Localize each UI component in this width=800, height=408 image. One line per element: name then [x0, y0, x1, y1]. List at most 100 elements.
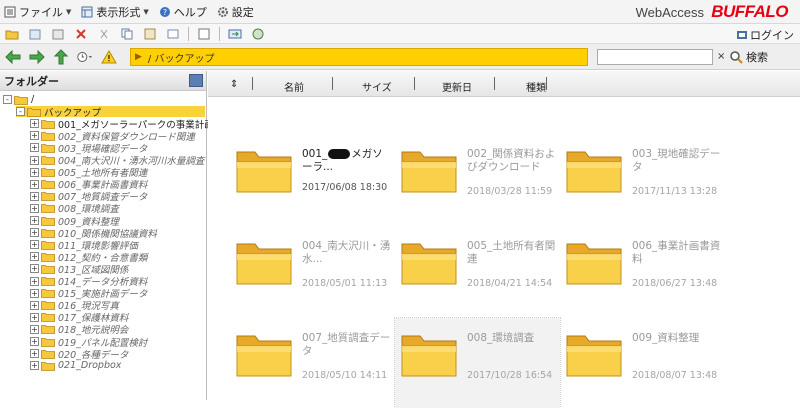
tree-expander[interactable]: + [30, 119, 39, 129]
column-type[interactable]: 種類 [526, 79, 546, 94]
column-modified[interactable]: 更新日 [442, 79, 472, 94]
folder-item-name: 008_環境調査 [467, 332, 557, 345]
download-button[interactable] [50, 27, 66, 41]
folder-icon [14, 95, 28, 105]
tree-item[interactable]: +004_南大沢川・湧水河川水量調査 [30, 155, 204, 167]
tree-item[interactable]: +005_土地所有者関連 [30, 167, 147, 179]
tree-expander[interactable]: + [30, 252, 39, 262]
back-button[interactable] [4, 49, 22, 65]
column-name[interactable]: 名前 [284, 79, 304, 94]
tree-expander[interactable]: + [30, 203, 39, 213]
redaction-mark [328, 149, 351, 159]
tree-expander[interactable]: + [30, 337, 39, 346]
new-folder-button[interactable] [4, 27, 20, 41]
tree-item[interactable]: +015_実施計画データ [30, 288, 147, 300]
tree-item[interactable]: +011_環境影響評価 [30, 239, 138, 252]
upload-button[interactable] [27, 27, 43, 41]
folder-icon [401, 243, 457, 285]
tree-expander[interactable]: + [30, 264, 39, 274]
login-button[interactable]: ログイン [736, 27, 794, 43]
tree-item[interactable]: +014_データ分析資料 [30, 276, 147, 288]
cut-icon [100, 29, 108, 38]
tree-expander[interactable]: + [30, 324, 39, 334]
settings-menu[interactable]: 設定 [217, 4, 254, 20]
delete-button[interactable] [73, 27, 89, 41]
column-size[interactable]: サイズ [362, 79, 392, 94]
search-clear-button[interactable]: × [717, 51, 725, 62]
tree-expander[interactable]: - [3, 95, 12, 104]
up-button[interactable] [52, 48, 70, 65]
share-button[interactable] [227, 27, 243, 41]
tree-expander[interactable]: + [30, 312, 39, 322]
folder-item[interactable]: 002_関係資料およびダウンロード 2018/03/28 11:59 [395, 134, 560, 224]
folder-item[interactable]: 006_事業計画書資料 2018/06/27 13:48 [560, 226, 725, 316]
tree-expander[interactable]: + [30, 361, 39, 371]
tree-item[interactable]: +020_各種データ [30, 348, 128, 361]
view-menu[interactable]: 表示形式 ▼ [81, 4, 149, 20]
tree-item[interactable]: +001_メガソーラーパークの事業計画 [30, 118, 214, 131]
collapse-panel-button[interactable] [189, 74, 203, 87]
link-button[interactable] [250, 27, 266, 41]
tree-expander[interactable]: + [30, 228, 39, 238]
folder-item[interactable]: 004_南大沢川・湧水... 2018/05/01 11:13 [230, 226, 395, 316]
folder-item-name-text: 007_地質調査データ [302, 332, 391, 357]
tree-expander[interactable]: + [30, 276, 39, 286]
folder-item[interactable]: 009_資料整理 2018/08/07 13:48 [560, 318, 725, 408]
cut-button[interactable] [96, 27, 112, 41]
search-input[interactable] [597, 49, 713, 65]
tree-item[interactable]: +017_保護林資料 [30, 312, 128, 324]
warning-button[interactable] [100, 49, 118, 65]
select-all-button[interactable] [196, 27, 212, 41]
copy-button[interactable] [119, 27, 135, 41]
tree-expander[interactable]: + [30, 288, 39, 298]
tree-expander[interactable]: + [30, 349, 39, 359]
tree-item[interactable]: +006_事業計画書資料 [30, 179, 147, 191]
tree-item[interactable]: +016_現況写真 [30, 300, 119, 312]
tree-item[interactable]: +010_関係機関協議資料 [30, 227, 157, 240]
folder-item-name: 005_土地所有者関連 [467, 240, 557, 266]
tree-item[interactable]: +009_資料整理 [30, 215, 119, 228]
sort-toggle[interactable]: ⇕ [230, 79, 238, 90]
tree-expander[interactable]: + [30, 179, 39, 189]
column-header: ⇕ 名前 サイズ 更新日 種類 [208, 71, 800, 97]
tree-expander[interactable]: + [30, 143, 39, 153]
tree-item[interactable]: +002_資料保管ダウンロード関連 [30, 130, 195, 143]
tree-expander[interactable]: + [30, 216, 39, 225]
path-breadcrumb[interactable]: ▶ / バックアップ [130, 48, 588, 66]
paste-button[interactable] [142, 27, 158, 41]
tree-item[interactable]: +007_地質調査データ [30, 191, 147, 203]
rename-button[interactable] [165, 27, 181, 41]
tree-item[interactable]: +012_契約・合意書類 [30, 251, 147, 264]
tree-item[interactable]: +013_区域図関係 [30, 263, 128, 276]
folder-item[interactable]: 001_ メガソーラ... 2017/06/08 18:30 [230, 134, 395, 224]
file-menu[interactable]: ファイル ▼ [4, 4, 71, 20]
folder-item-name-text: 009_資料整理 [632, 332, 700, 344]
tree-expander[interactable]: + [30, 191, 39, 201]
tree-item[interactable]: +021_Dropbox [30, 360, 121, 371]
tree-expander[interactable]: - [16, 107, 25, 117]
tree-expander[interactable]: + [30, 167, 39, 177]
folder-item-name: 004_南大沢川・湧水... [302, 240, 392, 266]
folder-item[interactable]: 008_環境調査 2017/10/28 16:54 [394, 317, 561, 408]
tree-expander[interactable]: + [30, 240, 39, 250]
folder-item-name: 002_関係資料およびダウンロード [467, 148, 557, 174]
tree-expander[interactable]: + [30, 300, 39, 310]
chevron-down-icon: ▼ [143, 7, 149, 16]
tree-expander[interactable]: + [30, 131, 39, 141]
tree-item[interactable]: +019_パネル配置検討 [30, 336, 147, 349]
tree-item[interactable]: +008_環境調査 [30, 203, 119, 215]
tree-expander[interactable]: + [30, 155, 39, 165]
help-menu[interactable]: ? ヘルプ [159, 4, 207, 20]
tree-item[interactable]: +003_現場確認データ [30, 142, 147, 155]
arrow-right-icon [29, 49, 45, 64]
history-button[interactable] [76, 49, 94, 65]
tree-item[interactable]: +018_地元説明会 [30, 324, 128, 336]
folder-item[interactable]: 005_土地所有者関連 2018/04/21 14:54 [395, 226, 560, 316]
search-button[interactable]: 検索 [730, 49, 768, 65]
forward-button[interactable] [28, 49, 46, 65]
folder-item[interactable]: 007_地質調査データ 2018/05/10 14:11 [230, 318, 395, 408]
tree-item[interactable]: - / [3, 94, 34, 105]
tree-item[interactable]: - バックアップ [16, 106, 205, 119]
folder-item[interactable]: 003_現地確認データ 2017/11/13 13:28 [560, 134, 725, 224]
history-clock-icon [77, 51, 93, 62]
